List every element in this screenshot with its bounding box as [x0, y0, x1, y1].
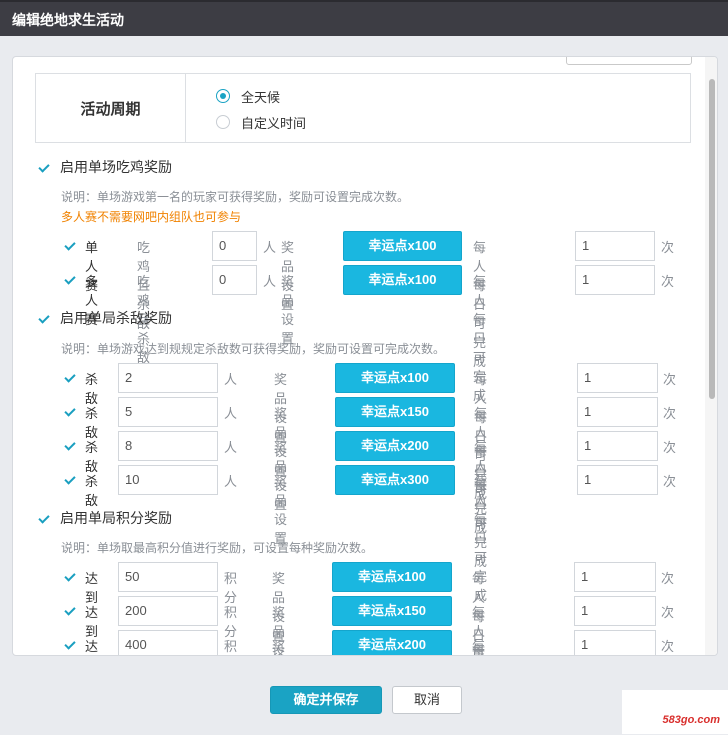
checkbox[interactable] — [63, 604, 76, 617]
times-unit: 次 — [661, 639, 675, 654]
unit-label: 人 — [263, 274, 277, 289]
unit-label: 人 — [263, 240, 277, 255]
unit-label: 积分 — [224, 639, 238, 654]
prize-button[interactable]: 幸运点x100 — [335, 363, 455, 393]
times-unit: 次 — [661, 240, 675, 255]
radio-label: 全天候 — [241, 89, 281, 105]
kill-label: 杀敌 — [85, 406, 99, 440]
times-unit: 次 — [661, 605, 675, 620]
scrollbar-thumb[interactable] — [709, 79, 715, 399]
prize-button[interactable]: 幸运点x150 — [332, 596, 452, 626]
section-title: 启用单局杀敌奖励 — [60, 310, 172, 326]
limit-input[interactable]: 1 — [574, 596, 656, 626]
reach-label: 达到 — [85, 571, 99, 605]
save-button[interactable]: 确定并保存 — [270, 686, 382, 714]
unit-label: 人 — [224, 406, 238, 421]
limit-label: 每人每日可完成 — [472, 639, 486, 654]
cancel-button[interactable]: 取消 — [392, 686, 462, 714]
section-title: 启用单场吃鸡奖励 — [60, 159, 172, 175]
unit-label: 人 — [224, 372, 238, 387]
kills-input[interactable]: 5 — [118, 397, 218, 427]
checkbox[interactable] — [63, 273, 76, 286]
limit-input[interactable]: 1 — [575, 231, 655, 261]
checkbox[interactable] — [37, 311, 50, 325]
prize-button[interactable]: 幸运点x200 — [335, 431, 455, 461]
period-label: 活动周期 — [36, 74, 186, 142]
prize-label: 奖品设置 — [274, 474, 288, 546]
prize-button[interactable]: 幸运点x100 — [332, 562, 452, 592]
checkbox[interactable] — [63, 473, 76, 486]
watermark: 583go.com — [622, 690, 728, 734]
kills-input[interactable]: 0 — [212, 265, 257, 295]
kill-label: 杀敌 — [85, 372, 99, 406]
prize-button[interactable]: 幸运点x300 — [335, 465, 455, 495]
radio-button[interactable] — [216, 115, 230, 129]
prize-label: 奖品设置 — [272, 639, 286, 654]
limit-input[interactable]: 1 — [577, 363, 658, 393]
checkbox[interactable] — [63, 239, 76, 252]
reach-label: 达到 — [85, 639, 99, 654]
watermark-text: 583go.com — [662, 714, 720, 726]
prize-button[interactable]: 幸运点x100 — [343, 265, 462, 295]
prize-button[interactable]: 幸运点x100 — [343, 231, 462, 261]
clipped-button[interactable] — [566, 57, 692, 65]
dialog-title: 编辑绝地求生活动 — [0, 0, 728, 36]
prize-label: 奖品设置 — [281, 274, 295, 346]
kill-label: 杀敌 — [85, 440, 99, 474]
score-input[interactable]: 200 — [118, 596, 218, 626]
kills-input[interactable]: 10 — [118, 465, 218, 495]
times-unit: 次 — [661, 571, 675, 586]
period-box: 活动周期 全天候 自定义时间 — [35, 73, 691, 143]
checkbox[interactable] — [37, 511, 50, 525]
checkbox[interactable] — [63, 405, 76, 418]
score-section-header[interactable]: 启用单局积分奖励 — [37, 508, 172, 528]
kills-input[interactable]: 2 — [118, 363, 218, 393]
checkbox[interactable] — [63, 638, 76, 651]
radio-button-selected[interactable] — [216, 89, 230, 103]
times-unit: 次 — [663, 474, 677, 489]
prize-button[interactable]: 幸运点x200 — [332, 630, 452, 655]
prize-button[interactable]: 幸运点x150 — [335, 397, 455, 427]
section-title: 启用单局积分奖励 — [60, 510, 172, 526]
limit-input[interactable]: 1 — [577, 465, 658, 495]
times-unit: 次 — [663, 372, 677, 387]
kills-note: 说明：单场游戏达到规规定杀敌数可获得奖励，奖励可设置可完成次数。 — [61, 342, 446, 356]
score-input[interactable]: 50 — [118, 562, 218, 592]
times-unit: 次 — [663, 406, 677, 421]
checkbox[interactable] — [63, 371, 76, 384]
unit-label: 积分 — [224, 571, 238, 605]
scrollbar[interactable] — [705, 57, 717, 655]
checkbox[interactable] — [63, 570, 76, 583]
limit-input[interactable]: 1 — [577, 431, 658, 461]
kills-section-header[interactable]: 启用单局杀敌奖励 — [37, 308, 172, 328]
chicken-section-header[interactable]: 启用单场吃鸡奖励 — [37, 157, 172, 177]
radio-custom-time[interactable]: 自定义时间 — [216, 112, 306, 132]
limit-input[interactable]: 1 — [574, 562, 656, 592]
unit-label: 人 — [224, 440, 238, 455]
limit-input[interactable]: 1 — [577, 397, 658, 427]
unit-label: 积分 — [224, 605, 238, 639]
limit-input[interactable]: 1 — [575, 265, 655, 295]
radio-label: 自定义时间 — [241, 115, 307, 131]
form-panel: 活动周期 全天候 自定义时间 启用单场吃鸡奖励 说明：单场游戏第一名的玩家可获得… — [12, 56, 718, 656]
kill-label: 杀敌 — [85, 474, 99, 508]
unit-label: 人 — [224, 474, 238, 489]
chicken-note-warning: 多人赛不需要网吧内组队也可参与 — [61, 210, 242, 224]
times-unit: 次 — [663, 440, 677, 455]
score-input[interactable]: 400 — [118, 630, 218, 655]
chicken-note: 说明：单场游戏第一名的玩家可获得奖励，奖励可设置完成次数。 — [61, 190, 410, 204]
limit-input[interactable]: 1 — [574, 630, 656, 655]
radio-all-day[interactable]: 全天候 — [216, 86, 280, 106]
score-note: 说明：单场取最高积分值进行奖励，可设置每种奖励次数。 — [61, 541, 374, 555]
checkbox[interactable] — [63, 439, 76, 452]
kills-input[interactable]: 0 — [212, 231, 257, 261]
kills-input[interactable]: 8 — [118, 431, 218, 461]
times-unit: 次 — [661, 274, 675, 289]
reach-label: 达到 — [85, 605, 99, 639]
checkbox[interactable] — [37, 160, 50, 174]
